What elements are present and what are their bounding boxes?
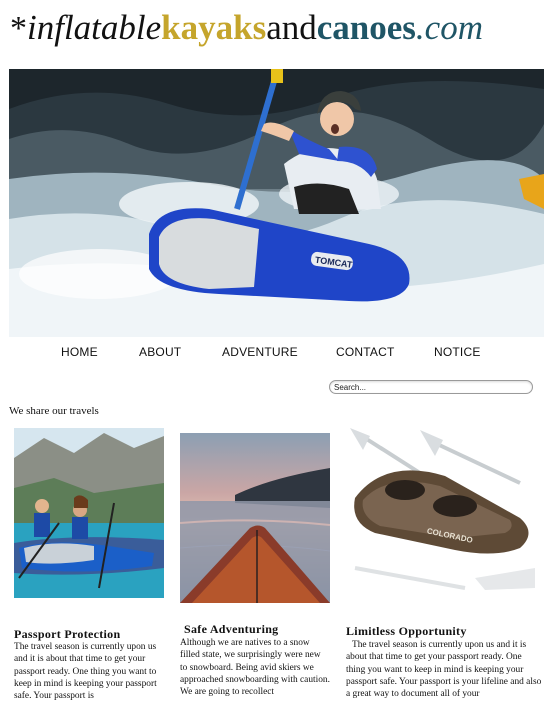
nav-contact[interactable]: CONTACT bbox=[336, 345, 395, 359]
search-input[interactable] bbox=[329, 380, 533, 394]
nav-notice[interactable]: NOTICE bbox=[434, 345, 481, 359]
logo-word-com: .com bbox=[415, 8, 483, 47]
nav-about[interactable]: ABOUT bbox=[139, 345, 181, 359]
logo-word-canoes: canoes bbox=[316, 8, 416, 47]
card-text-passport-protection: The travel season is currently upon us a… bbox=[14, 642, 157, 702]
logo-word-and: and bbox=[266, 8, 317, 47]
hero-image: TOMCAT bbox=[9, 69, 544, 337]
passport-protection-image bbox=[14, 428, 164, 598]
card-title-limitless-opportunity[interactable]: Limitless Opportunity bbox=[346, 624, 467, 639]
logo-word-kayaks: kayaks bbox=[161, 8, 267, 47]
card-title-passport-protection[interactable]: Passport Protection bbox=[14, 627, 120, 642]
main-nav: HOME ABOUT ADVENTURE CONTACT NOTICE bbox=[0, 345, 553, 363]
card-text-limitless-opportunity: The travel season is currently upon us a… bbox=[346, 640, 542, 700]
card-text-safe-adventuring: Although we are natives to a snow filled… bbox=[180, 638, 330, 698]
logo-word-inflatable: inflatable bbox=[27, 8, 162, 47]
limitless-opportunity-image: COLORADO bbox=[345, 428, 540, 593]
intro-text: We share our travels bbox=[9, 405, 99, 417]
safe-adventuring-image bbox=[180, 433, 330, 603]
site-logo[interactable]: *inflatablekayaksandcanoes.com bbox=[10, 6, 483, 58]
nav-adventure[interactable]: ADVENTURE bbox=[222, 345, 298, 359]
card-title-safe-adventuring[interactable]: Safe Adventuring bbox=[184, 622, 278, 637]
nav-home[interactable]: HOME bbox=[61, 345, 98, 359]
logo-asterisk: * bbox=[10, 10, 27, 47]
